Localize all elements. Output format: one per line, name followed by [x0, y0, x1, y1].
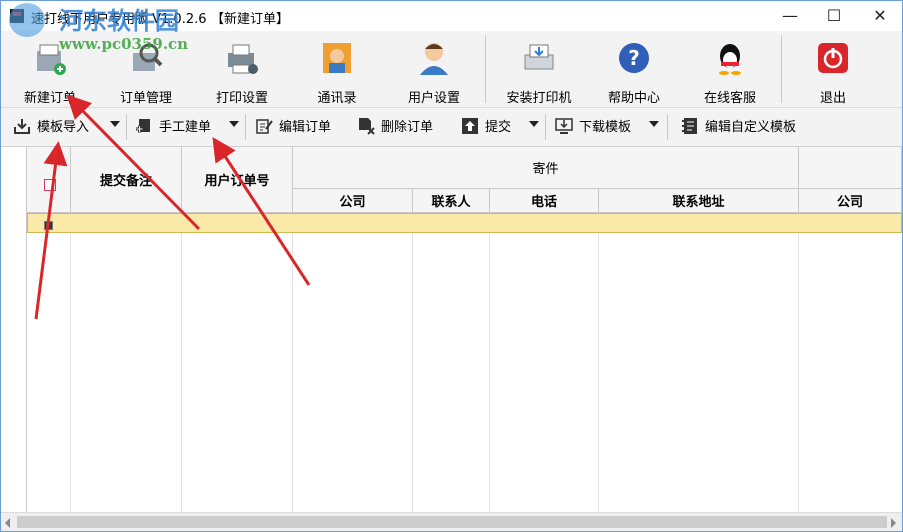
ribbon-label: 通讯录 — [317, 91, 357, 106]
window-subtitle: 【新建订单】 — [211, 12, 290, 27]
download-template-button[interactable]: 下载模板 — [555, 116, 631, 138]
group-header-blank — [799, 147, 902, 189]
close-button[interactable]: ✕ — [858, 1, 902, 31]
ribbon-online-service-button[interactable]: 在线客服 — [695, 33, 765, 106]
svg-text:?: ? — [628, 46, 640, 70]
col-header-phone[interactable]: 电话 — [490, 189, 599, 213]
install-printer-icon — [524, 44, 554, 70]
ribbon-label: 新建订单 — [23, 91, 76, 106]
col-header-contact[interactable]: 联系人 — [413, 189, 490, 213]
ribbon-new-order-button[interactable]: 新建订单 — [15, 33, 85, 106]
col-header-company-2[interactable]: 公司 — [799, 189, 902, 213]
help-icon: ? — [619, 43, 649, 73]
edit-icon — [256, 118, 273, 134]
manual-add-icon — [136, 118, 150, 132]
new-order-icon — [37, 44, 66, 75]
window-title: 速打线下用户专用版 V1.0.2.6 — [31, 12, 207, 27]
ribbon-order-manage-button[interactable]: 订单管理 — [111, 33, 181, 106]
toolbar-separator — [667, 114, 668, 140]
table-row[interactable] — [27, 213, 902, 233]
import-template-button[interactable]: 模板导入 — [13, 116, 89, 138]
search-order-icon — [133, 43, 163, 71]
manual-order-button[interactable]: 手工建单 — [135, 116, 211, 138]
column-divider — [598, 233, 599, 512]
import-dropdown-chevron-down-icon[interactable] — [110, 121, 120, 127]
ribbon-separator — [781, 35, 782, 103]
toolbar-separator — [126, 114, 127, 140]
ribbon-separator — [485, 35, 486, 103]
import-icon — [14, 118, 30, 134]
col-header-order-no[interactable]: 用户订单号 — [182, 147, 293, 213]
select-all-checkbox[interactable] — [44, 179, 56, 191]
submit-button[interactable]: 提交 — [461, 116, 511, 138]
column-divider — [292, 233, 293, 512]
ribbon-label: 用户设置 — [407, 91, 460, 106]
app-window: 速打线下用户专用版 V1.0.2.6 【新建订单】 — ☐ ✕ 新建订单 订单管… — [0, 0, 903, 532]
row-checkbox[interactable] — [44, 221, 53, 230]
submit-dropdown-chevron-down-icon[interactable] — [529, 121, 539, 127]
group-header-sender: 寄件 — [293, 147, 799, 189]
submit-icon — [462, 117, 478, 134]
col-header-company[interactable]: 公司 — [293, 189, 413, 213]
manual-dropdown-chevron-down-icon[interactable] — [229, 121, 239, 127]
app-logo-icon — [10, 9, 24, 23]
template-book-icon — [682, 117, 697, 134]
ribbon-label: 安装打印机 — [506, 91, 572, 106]
power-icon — [818, 43, 848, 73]
download-icon — [555, 117, 573, 134]
ribbon-contacts-button[interactable]: 通讯录 — [305, 33, 369, 106]
printer-settings-icon — [228, 44, 258, 74]
action-toolbar: 模板导入 手工建单 编辑订单 删除订单 提交 下载模板 编辑自定义模板 — [1, 108, 902, 147]
col-header-note[interactable]: 提交备注 — [71, 147, 182, 213]
ribbon-label: 在线客服 — [703, 91, 756, 106]
toolbar-separator — [545, 114, 546, 140]
download-dropdown-chevron-down-icon[interactable] — [649, 121, 659, 127]
edit-custom-template-button[interactable]: 编辑自定义模板 — [681, 116, 796, 138]
ribbon-help-button[interactable]: ? 帮助中心 — [599, 33, 669, 106]
qq-icon — [719, 44, 741, 75]
ribbon-print-settings-button[interactable]: 打印设置 — [207, 33, 277, 106]
edit-order-button[interactable]: 编辑订单 — [255, 116, 331, 138]
ribbon-exit-button[interactable]: 退出 — [801, 33, 865, 106]
minimize-button[interactable]: — — [768, 1, 812, 31]
horizontal-scrollbar[interactable] — [1, 512, 902, 531]
delete-icon — [359, 117, 375, 135]
ribbon-user-settings-button[interactable]: 用户设置 — [399, 33, 469, 106]
column-divider — [489, 233, 490, 512]
ribbon-label: 帮助中心 — [607, 91, 660, 106]
column-divider — [798, 233, 799, 512]
ribbon-label: 订单管理 — [119, 91, 172, 106]
maximize-button[interactable]: ☐ — [812, 1, 856, 31]
ribbon-label: 打印设置 — [215, 91, 268, 106]
main-ribbon: 新建订单 订单管理 打印设置 通讯录 用户设置 安装打印机 ? 帮助中心 在线客… — [1, 31, 902, 108]
scroll-left-icon[interactable] — [5, 518, 10, 528]
order-grid: 提交备注 用户订单号 寄件 公司 联系人 电话 联系地址 公司 — [1, 147, 902, 512]
column-divider — [412, 233, 413, 512]
scroll-right-icon[interactable] — [891, 518, 896, 528]
column-divider — [70, 233, 71, 512]
ribbon-install-printer-button[interactable]: 安装打印机 — [501, 33, 577, 106]
title-bar: 速打线下用户专用版 V1.0.2.6 【新建订单】 — ☐ ✕ — [1, 1, 902, 31]
ribbon-label: 退出 — [819, 91, 846, 106]
row-indicator-column — [1, 147, 27, 512]
contacts-icon — [323, 43, 351, 73]
toolbar-separator — [245, 114, 246, 140]
scroll-thumb[interactable] — [17, 516, 887, 528]
column-divider — [181, 233, 182, 512]
delete-order-button[interactable]: 删除订单 — [357, 116, 433, 138]
user-icon — [420, 43, 448, 75]
col-header-address[interactable]: 联系地址 — [599, 189, 799, 213]
